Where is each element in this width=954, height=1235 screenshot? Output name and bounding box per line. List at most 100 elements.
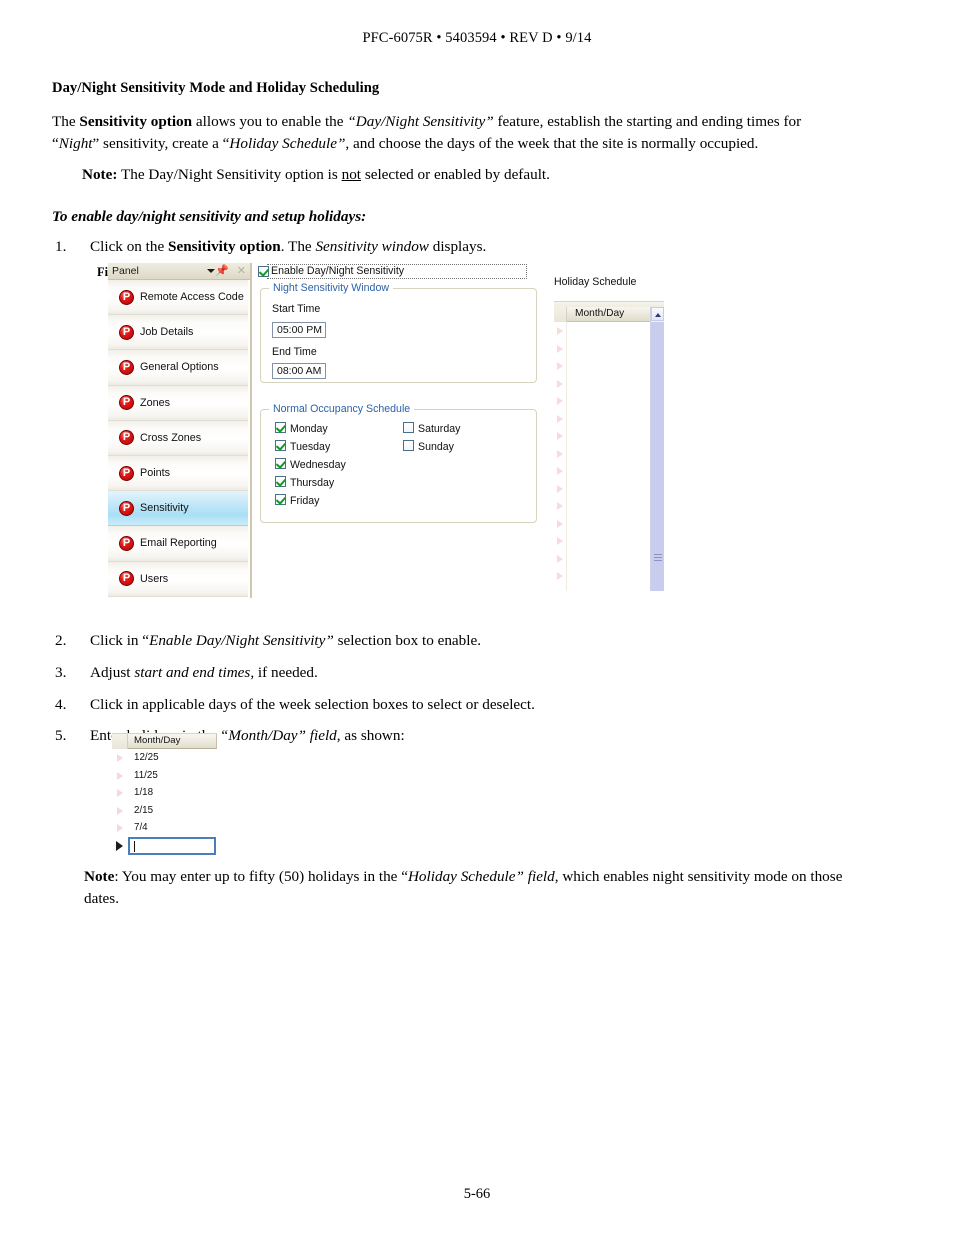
- checkbox-icon[interactable]: [275, 440, 286, 451]
- start-time-input[interactable]: 05:00 PM: [272, 322, 326, 338]
- sidebar-item-cross-zones[interactable]: Cross Zones: [108, 420, 248, 456]
- grid-body: [554, 322, 664, 591]
- enable-daynight-checkbox[interactable]: [258, 266, 269, 277]
- row-indicator-icon: [117, 806, 123, 815]
- row-indicator-icon: [554, 567, 566, 585]
- checkbox-icon[interactable]: [403, 440, 414, 451]
- sidebar-item-label: General Options: [140, 361, 219, 374]
- table-row[interactable]: [567, 497, 663, 515]
- final-note-text-italic: Holiday Schedule” field: [407, 868, 555, 885]
- scrollbar-grip-icon[interactable]: [654, 554, 662, 562]
- sidebar-item-zones[interactable]: Zones: [108, 385, 248, 421]
- checkbox-icon[interactable]: [275, 422, 286, 433]
- step-text-c: as shown:: [340, 727, 405, 745]
- column-header-month-day[interactable]: Month/Day: [128, 734, 217, 749]
- step-text-a: Click in “: [90, 632, 150, 649]
- grid-header-row: Month/Day: [112, 733, 217, 749]
- holiday-date-cell[interactable]: 1/18: [128, 784, 217, 802]
- table-row[interactable]: [567, 567, 663, 585]
- row-selector-cell[interactable]: [112, 749, 128, 767]
- day-checkbox-sunday[interactable]: Sunday: [403, 440, 454, 453]
- checkbox-icon[interactable]: [403, 422, 414, 433]
- holiday-schedule-pane: Holiday Schedule Month/Day: [548, 263, 664, 598]
- panel-pane: Panel 📌 ✕ Remote Access Code Job Details…: [108, 263, 252, 598]
- enable-daynight-label: Enable Day/Night Sensitivity: [271, 265, 405, 277]
- sidebar-item-label: Users: [140, 572, 169, 585]
- table-row[interactable]: [567, 515, 663, 533]
- row-indicator-icon: [554, 410, 566, 428]
- intro-text-i: , and choose the days of the week that t…: [345, 134, 759, 152]
- occupancy-title: Normal Occupancy Schedule: [269, 403, 415, 415]
- table-row[interactable]: [567, 462, 663, 480]
- close-icon[interactable]: ✕: [237, 264, 246, 278]
- sidebar-item-job-details[interactable]: Job Details: [108, 315, 248, 351]
- checkbox-icon[interactable]: [275, 476, 286, 487]
- panel-item-tree: Remote Access Code Job Details General O…: [108, 280, 248, 598]
- figure-88-holiday-entry-grid[interactable]: Month/Day 12/25 11/25 1/18 2/15 7/4: [112, 733, 217, 857]
- final-note-text-a: : You may enter up to fifty (50) holiday…: [114, 868, 408, 885]
- table-row[interactable]: [567, 375, 663, 393]
- scrollbar-track[interactable]: [651, 322, 664, 591]
- table-row[interactable]: 12/25: [112, 749, 217, 767]
- current-row-indicator-cell[interactable]: [112, 836, 128, 855]
- table-row-new-entry[interactable]: [112, 836, 217, 855]
- enable-daynight-row[interactable]: Enable Day/Night Sensitivity: [256, 264, 540, 280]
- table-row[interactable]: [567, 410, 663, 428]
- row-selector-cell[interactable]: [112, 801, 128, 820]
- day-checkbox-thursday[interactable]: Thursday: [275, 476, 334, 489]
- panel-title-label: Panel: [112, 265, 139, 277]
- row-selector-cell[interactable]: [112, 784, 128, 802]
- day-checkbox-monday[interactable]: Monday: [275, 422, 328, 435]
- holiday-schedule-grid[interactable]: Month/Day: [554, 301, 664, 591]
- table-row[interactable]: 1/18: [112, 784, 217, 802]
- grid-header-row: Month/Day: [554, 307, 664, 322]
- table-row[interactable]: [567, 340, 663, 358]
- step-text-a: Click on the: [90, 238, 169, 256]
- holiday-date-cell[interactable]: 11/25: [128, 766, 217, 785]
- scroll-up-arrow-icon[interactable]: [651, 307, 664, 321]
- sidebar-item-users[interactable]: Users: [108, 561, 248, 597]
- holiday-date-cell[interactable]: 2/15: [128, 801, 217, 820]
- day-checkbox-tuesday[interactable]: Tuesday: [275, 440, 330, 453]
- table-row[interactable]: [567, 550, 663, 568]
- table-row[interactable]: [567, 445, 663, 463]
- note-text-underlined: not: [341, 166, 362, 184]
- checkbox-icon[interactable]: [275, 458, 286, 469]
- day-checkbox-saturday[interactable]: Saturday: [403, 422, 460, 435]
- pushpin-icon[interactable]: 📌: [215, 265, 229, 277]
- vertical-scrollbar[interactable]: [650, 307, 664, 591]
- holiday-date-cell[interactable]: 7/4: [128, 819, 217, 837]
- panel-p-icon: [119, 359, 134, 375]
- step-number: 3.: [55, 663, 67, 681]
- row-indicator-icon: [554, 427, 566, 445]
- panel-p-icon: [119, 430, 134, 446]
- step-number: 5.: [55, 727, 67, 745]
- end-time-input[interactable]: 08:00 AM: [272, 363, 326, 379]
- table-row[interactable]: [567, 532, 663, 550]
- row-selector-cell[interactable]: [112, 819, 128, 837]
- table-row[interactable]: 7/4: [112, 819, 217, 837]
- table-row[interactable]: 2/15: [112, 801, 217, 820]
- row-indicator-icon: [554, 357, 566, 375]
- chevron-down-icon[interactable]: [207, 269, 215, 273]
- checkbox-icon[interactable]: [275, 494, 286, 505]
- table-row[interactable]: [567, 480, 663, 498]
- sidebar-item-remote-access-code[interactable]: Remote Access Code: [108, 280, 248, 316]
- sidebar-item-points[interactable]: Points: [108, 455, 248, 492]
- panel-p-icon: [119, 500, 134, 516]
- day-checkbox-friday[interactable]: Friday: [275, 494, 319, 507]
- table-row[interactable]: [567, 427, 663, 445]
- step-text-italic: “Month/Day” field,: [219, 727, 341, 745]
- day-checkbox-wednesday[interactable]: Wednesday: [275, 458, 346, 471]
- table-row[interactable]: [567, 392, 663, 410]
- holiday-date-input[interactable]: [128, 836, 216, 855]
- table-row[interactable]: 11/25: [112, 766, 217, 785]
- sidebar-item-general-options[interactable]: General Options: [108, 350, 248, 386]
- sidebar-item-sensitivity[interactable]: Sensitivity: [108, 491, 248, 527]
- sidebar-item-email-reporting[interactable]: Email Reporting: [108, 526, 248, 562]
- row-selector-cell[interactable]: [112, 766, 128, 785]
- list-item: 3. Adjust start and end times, if needed.: [52, 662, 842, 685]
- table-row[interactable]: [567, 322, 663, 340]
- holiday-date-cell[interactable]: 12/25: [128, 749, 217, 767]
- table-row[interactable]: [567, 357, 663, 375]
